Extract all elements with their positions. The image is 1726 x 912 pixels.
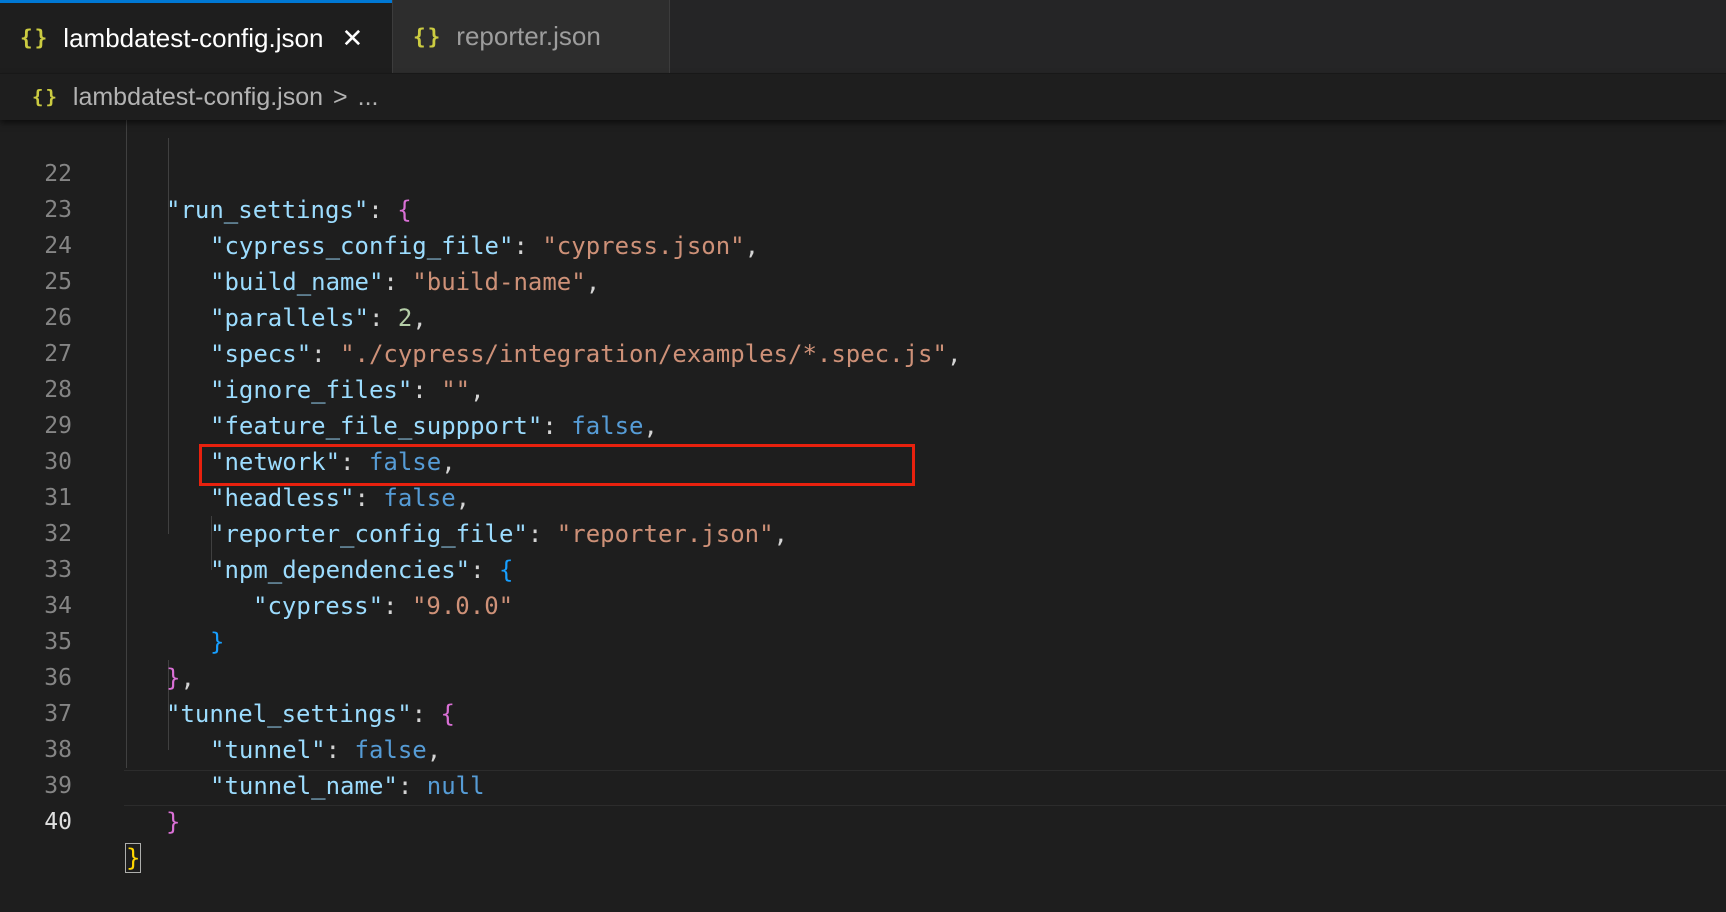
annotation-highlight-box (199, 444, 915, 486)
breadcrumb-symbols[interactable]: ... (358, 83, 379, 112)
code-line: 40 } (0, 768, 1726, 873)
json-file-icon: {} (32, 86, 59, 108)
code-line: 25 "parallels": 2, (0, 228, 1726, 332)
close-icon[interactable]: ✕ (341, 23, 363, 54)
tab-label: lambdatest-config.json (63, 22, 324, 53)
tab-lambdatest-config[interactable]: {} lambdatest-config.json ✕ (0, 0, 392, 73)
line-number: 40 (44, 809, 72, 835)
tab-label: reporter.json (456, 21, 601, 51)
json-file-icon: {} (20, 26, 50, 50)
code-editor[interactable]: 22 "run_settings": { 23 "cypress_config_… (0, 120, 1726, 873)
code-line: 34 } (0, 552, 1726, 656)
chevron-right-icon: > (333, 82, 348, 111)
breadcrumb-file[interactable]: lambdatest-config.json (73, 83, 323, 112)
code-line: 33 "cypress": "9.0.0" (0, 516, 1726, 620)
code-line: 26 "specs": "./cypress/integration/examp… (0, 264, 1726, 368)
editor-tab-bar: {} lambdatest-config.json ✕ {} reporter.… (0, 0, 1726, 74)
code-line: 37 "tunnel": false, (0, 660, 1726, 764)
code-line: 22 "run_settings": { (0, 120, 1726, 224)
json-file-icon: {} (413, 24, 443, 49)
code-line: 30 "headless": false, (0, 408, 1726, 512)
breadcrumb: {} lambdatest-config.json > ... (0, 74, 1726, 120)
code-line: 36 "tunnel_settings": { (0, 624, 1726, 728)
json-brace: } (124, 843, 142, 873)
tab-reporter[interactable]: {} reporter.json (392, 0, 670, 73)
json-brace: } (166, 808, 181, 836)
code-line: 29 "network": false, (0, 372, 1726, 476)
code-line: 24 "build_name": "build-name", (0, 192, 1726, 296)
code-line: 27 "ignore_files": "", (0, 300, 1726, 404)
code-line: 23 "cypress_config_file": "cypress.json"… (0, 156, 1726, 260)
code-line: 39 } (0, 732, 1726, 836)
code-line: 38 "tunnel_name": null (0, 696, 1726, 800)
code-line: 35 }, (0, 588, 1726, 692)
code-line: 28 "feature_file_suppport": false, (0, 336, 1726, 440)
